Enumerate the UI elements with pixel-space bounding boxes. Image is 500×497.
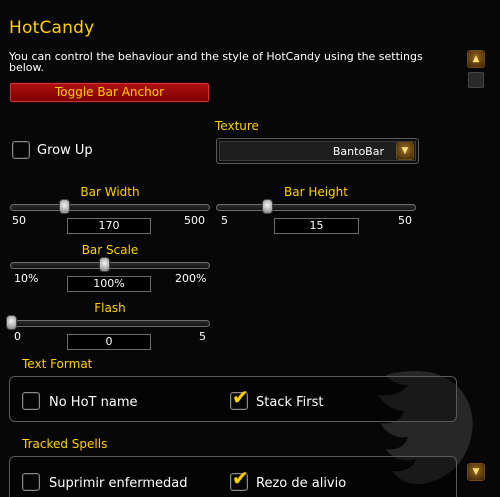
arrow-up-icon: ▲ <box>472 54 480 64</box>
addon-description: You can control the behaviour and the st… <box>9 50 423 74</box>
checkmark-icon: ✔ <box>232 385 249 409</box>
bar-height-min: 5 <box>221 214 228 227</box>
flash-slider-thumb[interactable] <box>6 315 17 330</box>
tracked-spell-label: Rezo de alivio <box>256 476 347 491</box>
scroll-up-button[interactable]: ▲ <box>467 50 485 68</box>
grow-up-checkbox[interactable] <box>12 141 30 159</box>
bar-width-slider-thumb[interactable] <box>59 199 71 214</box>
bar-width-label: Bar Width <box>80 185 140 199</box>
flash-min: 0 <box>14 330 21 343</box>
bar-width-max: 500 <box>184 214 205 227</box>
checkmark-icon: ✔ <box>232 466 249 490</box>
bar-scale-min: 10% <box>14 272 39 285</box>
bar-height-value-input[interactable]: 15 <box>274 218 359 234</box>
bar-width-value-input[interactable]: 170 <box>67 218 151 234</box>
bar-scale-value-input[interactable]: 100% <box>67 276 151 292</box>
bar-height-slider[interactable] <box>216 199 416 214</box>
bar-scale-label: Bar Scale <box>81 243 139 257</box>
no-hot-name-label: No HoT name <box>49 395 138 410</box>
bar-scale-slider[interactable] <box>10 257 210 272</box>
bar-width-slider[interactable] <box>10 199 210 214</box>
bar-scale-slider-thumb[interactable] <box>99 257 111 272</box>
texture-dropdown[interactable]: BantoBar ▼ <box>216 138 419 164</box>
bar-width-min: 50 <box>12 214 26 227</box>
scroll-down-button[interactable]: ▼ <box>467 463 485 481</box>
bar-height-slider-thumb[interactable] <box>261 199 273 214</box>
arrow-down-icon: ▼ <box>472 467 480 477</box>
flash-value-input[interactable]: 0 <box>67 334 151 350</box>
bar-scale-max: 200% <box>175 272 207 285</box>
tracked-spells-heading: Tracked Spells <box>22 437 108 451</box>
stack-first-label: Stack First <box>256 395 324 410</box>
tracked-spell-checkbox[interactable] <box>22 473 40 491</box>
stack-first-checkbox[interactable]: ✔ <box>230 387 249 410</box>
flash-max: 5 <box>199 330 206 343</box>
toggle-bar-anchor-button[interactable]: Toggle Bar Anchor <box>9 82 210 103</box>
tracked-spell-label: Suprimir enfermedad <box>49 476 188 491</box>
grow-up-label: Grow Up <box>37 143 93 158</box>
options-panel: HotCandy You can control the behaviour a… <box>0 0 500 497</box>
bar-height-max: 50 <box>398 214 412 227</box>
text-format-heading: Text Format <box>22 357 93 371</box>
texture-label: Texture <box>215 119 259 133</box>
scrollbar-thumb[interactable] <box>468 72 484 88</box>
addon-title: HotCandy <box>9 18 95 38</box>
flash-slider[interactable] <box>6 315 210 330</box>
tracked-spell-checkbox[interactable]: ✔ <box>230 468 249 491</box>
texture-selected-value: BantoBar <box>332 145 384 158</box>
flash-label: Flash <box>94 301 126 315</box>
bar-height-label: Bar Height <box>283 185 348 199</box>
no-hot-name-checkbox[interactable] <box>22 392 40 410</box>
dropdown-arrow-icon[interactable]: ▼ <box>396 142 414 160</box>
